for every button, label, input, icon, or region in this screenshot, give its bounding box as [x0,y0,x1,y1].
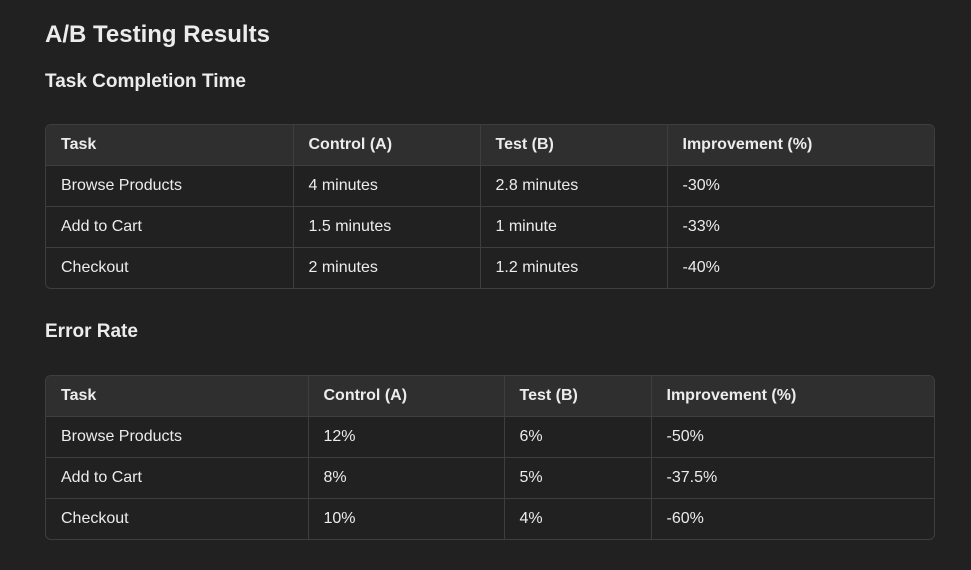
section-title-task-completion-time: Task Completion Time [45,71,246,92]
cell-improvement: -37.5% [651,457,934,499]
column-header-test: Test (B) [504,376,652,417]
cell-test: 1 minute [480,206,668,248]
column-header-control: Control (A) [308,376,505,417]
cell-improvement: -30% [667,165,934,207]
column-header-task: Task [46,125,294,166]
table-row: Browse Products 12% 6% -50% [46,416,934,458]
table-header-row: Task Control (A) Test (B) Improvement (%… [46,376,934,417]
error-rate-table: Task Control (A) Test (B) Improvement (%… [45,375,935,540]
cell-test: 5% [504,457,652,499]
cell-improvement: -50% [651,416,934,458]
cell-task: Browse Products [46,165,294,207]
cell-control: 2 minutes [293,247,481,288]
table-row: Add to Cart 8% 5% -37.5% [46,457,934,499]
cell-test: 4% [504,498,652,539]
column-header-improvement: Improvement (%) [667,125,934,166]
table-row: Checkout 10% 4% -60% [46,498,934,539]
section-title-error-rate: Error Rate [45,321,138,342]
column-header-control: Control (A) [293,125,481,166]
table-header-row: Task Control (A) Test (B) Improvement (%… [46,125,934,166]
table-row: Browse Products 4 minutes 2.8 minutes -3… [46,165,934,207]
cell-control: 12% [308,416,505,458]
table-row: Add to Cart 1.5 minutes 1 minute -33% [46,206,934,248]
cell-task: Add to Cart [46,206,294,248]
cell-control: 1.5 minutes [293,206,481,248]
cell-test: 1.2 minutes [480,247,668,288]
cell-task: Browse Products [46,416,309,458]
cell-control: 10% [308,498,505,539]
cell-task: Checkout [46,247,294,288]
cell-task: Checkout [46,498,309,539]
cell-control: 4 minutes [293,165,481,207]
cell-task: Add to Cart [46,457,309,499]
cell-test: 2.8 minutes [480,165,668,207]
column-header-test: Test (B) [480,125,668,166]
column-header-improvement: Improvement (%) [651,376,934,417]
column-header-task: Task [46,376,309,417]
cell-test: 6% [504,416,652,458]
cell-control: 8% [308,457,505,499]
page-title: A/B Testing Results [45,21,270,48]
cell-improvement: -40% [682,259,720,276]
task-completion-time-table: Task Control (A) Test (B) Improvement (%… [45,124,935,289]
cell-improvement: -60% [666,510,704,527]
cell-improvement: -33% [667,206,934,248]
table-row: Checkout 2 minutes 1.2 minutes -40% [46,247,934,288]
